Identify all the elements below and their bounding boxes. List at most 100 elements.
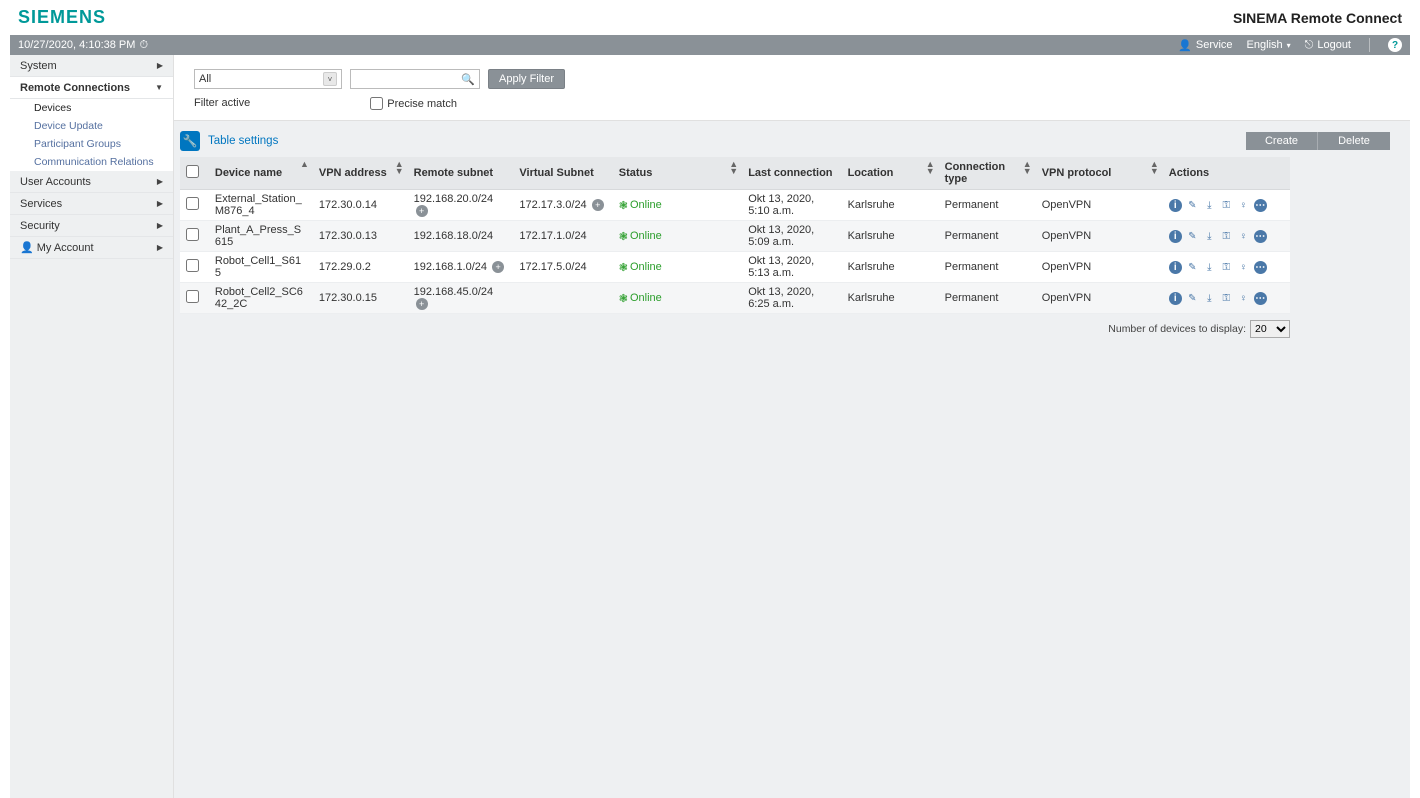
connection-type-cell: Permanent (939, 252, 1036, 283)
column-header[interactable]: Device name▲ (209, 157, 313, 190)
remote-subnet-cell: 192.168.45.0/24 + (408, 283, 514, 314)
table-row: Robot_Cell1_S615172.29.0.2192.168.1.0/24… (180, 252, 1290, 283)
online-icon: ❃ (619, 292, 628, 305)
row-checkbox[interactable] (186, 228, 199, 241)
logout-icon: ⎋ (1305, 39, 1314, 52)
column-header[interactable]: Remote subnet (408, 157, 514, 190)
precise-match-checkbox[interactable] (370, 97, 383, 110)
wrench-icon[interactable]: 🔧 (180, 131, 200, 151)
edit-icon[interactable]: ✎ (1186, 261, 1199, 274)
column-header[interactable]: Virtual Subnet (513, 157, 612, 190)
online-icon: ❃ (619, 230, 628, 243)
chevron-down-icon: ▾ (1287, 41, 1291, 50)
device-name-cell: External_Station_M876_4 (209, 190, 313, 221)
sidebar-item-remote-connections[interactable]: Remote Connections▼ (10, 77, 173, 99)
status-bar: 10/27/2020, 4:10:38 PM ⏱ 👤 Service Engli… (10, 35, 1410, 55)
filter-search[interactable]: 🔍 (350, 69, 480, 89)
logout-link[interactable]: ⎋ Logout (1305, 39, 1351, 52)
sidebar-item-my-account[interactable]: 👤My Account▶ (10, 237, 173, 259)
precise-match-option[interactable]: Precise match (370, 97, 457, 110)
chevron-right-icon: ▶ (157, 199, 163, 208)
download-icon[interactable]: ⤓ (1203, 292, 1216, 305)
column-header[interactable]: Connection type▲▼ (939, 157, 1036, 190)
sidebar-item-services[interactable]: Services▶ (10, 193, 173, 215)
download-icon[interactable]: ⤓ (1203, 199, 1216, 212)
expand-subnet-icon[interactable]: + (416, 298, 428, 310)
precise-match-label: Precise match (387, 98, 457, 110)
key-icon[interactable]: ⚿ (1220, 199, 1233, 212)
cert-icon[interactable]: ♀ (1237, 261, 1250, 274)
more-icon[interactable]: ⋯ (1254, 292, 1267, 305)
sidebar-sub-participant-groups[interactable]: Participant Groups (10, 135, 173, 153)
row-checkbox[interactable] (186, 259, 199, 272)
create-button[interactable]: Create (1246, 132, 1318, 150)
filter-select[interactable]: All ˅ (194, 69, 342, 89)
help-button[interactable]: ? (1388, 38, 1402, 52)
vpn-protocol-cell: OpenVPN (1036, 221, 1163, 252)
expand-subnet-icon[interactable]: + (416, 205, 428, 217)
sidebar-item-user-accounts[interactable]: User Accounts▶ (10, 171, 173, 193)
vpn-protocol-cell: OpenVPN (1036, 252, 1163, 283)
row-checkbox[interactable] (186, 290, 199, 303)
column-header[interactable]: VPN protocol▲▼ (1036, 157, 1163, 190)
status-cell: ❃Online (613, 283, 742, 314)
table-settings-link[interactable]: Table settings (208, 135, 278, 147)
column-header[interactable]: Status▲▼ (613, 157, 742, 190)
more-icon[interactable]: ⋯ (1254, 230, 1267, 243)
filter-panel: All ˅ 🔍 Apply Filter Filter active Preci… (174, 55, 1410, 121)
last-connection-cell: Okt 13, 2020, 6:25 a.m. (742, 283, 841, 314)
vpn-protocol-cell: OpenVPN (1036, 190, 1163, 221)
info-icon[interactable]: i (1169, 261, 1182, 274)
edit-icon[interactable]: ✎ (1186, 230, 1199, 243)
chevron-down-icon: ˅ (323, 72, 337, 86)
sidebar-sub-communication-relations[interactable]: Communication Relations (10, 153, 173, 171)
expand-subnet-icon[interactable]: + (492, 261, 504, 273)
pager-select[interactable]: 102050100 (1250, 320, 1290, 338)
key-icon[interactable]: ⚿ (1220, 292, 1233, 305)
table-row: Plant_A_Press_S615172.30.0.13192.168.18.… (180, 221, 1290, 252)
download-icon[interactable]: ⤓ (1203, 261, 1216, 274)
column-header[interactable]: Location▲▼ (842, 157, 939, 190)
devices-table: Device name▲VPN address▲▼Remote subnetVi… (180, 157, 1290, 314)
sort-icon: ▲▼ (395, 161, 404, 175)
search-icon: 🔍 (461, 73, 475, 86)
cert-icon[interactable]: ♀ (1237, 230, 1250, 243)
edit-icon[interactable]: ✎ (1186, 199, 1199, 212)
key-icon[interactable]: ⚿ (1220, 230, 1233, 243)
select-all-checkbox[interactable] (186, 165, 199, 178)
sidebar-item-security[interactable]: Security▶ (10, 215, 173, 237)
download-icon[interactable]: ⤓ (1203, 230, 1216, 243)
filter-search-input[interactable] (355, 73, 461, 85)
status-cell: ❃Online (613, 221, 742, 252)
sidebar-item-system[interactable]: System▶ (10, 55, 173, 77)
sort-icon: ▲▼ (1023, 161, 1032, 175)
edit-icon[interactable]: ✎ (1186, 292, 1199, 305)
virtual-subnet-cell (513, 283, 612, 314)
column-header[interactable]: Last connection (742, 157, 841, 190)
vpn-address-cell: 172.30.0.15 (313, 283, 408, 314)
apply-filter-button[interactable]: Apply Filter (488, 69, 565, 89)
expand-subnet-icon[interactable]: + (592, 199, 604, 211)
connection-type-cell: Permanent (939, 190, 1036, 221)
cert-icon[interactable]: ♀ (1237, 292, 1250, 305)
info-icon[interactable]: i (1169, 230, 1182, 243)
info-icon[interactable]: i (1169, 199, 1182, 212)
service-link[interactable]: 👤 Service (1178, 39, 1232, 52)
sidebar-sub-devices[interactable]: Devices (10, 99, 173, 117)
column-header (180, 157, 209, 190)
info-icon[interactable]: i (1169, 292, 1182, 305)
row-checkbox[interactable] (186, 197, 199, 210)
column-header[interactable]: Actions (1163, 157, 1290, 190)
connection-type-cell: Permanent (939, 283, 1036, 314)
cert-icon[interactable]: ♀ (1237, 199, 1250, 212)
language-select[interactable]: English ▾ (1247, 39, 1291, 51)
delete-button[interactable]: Delete (1318, 132, 1390, 150)
sidebar-sub-device-update[interactable]: Device Update (10, 117, 173, 135)
more-icon[interactable]: ⋯ (1254, 261, 1267, 274)
column-header[interactable]: VPN address▲▼ (313, 157, 408, 190)
more-icon[interactable]: ⋯ (1254, 199, 1267, 212)
product-title: SINEMA Remote Connect (1233, 10, 1402, 26)
service-label: Service (1196, 39, 1233, 51)
device-name-cell: Plant_A_Press_S615 (209, 221, 313, 252)
key-icon[interactable]: ⚿ (1220, 261, 1233, 274)
